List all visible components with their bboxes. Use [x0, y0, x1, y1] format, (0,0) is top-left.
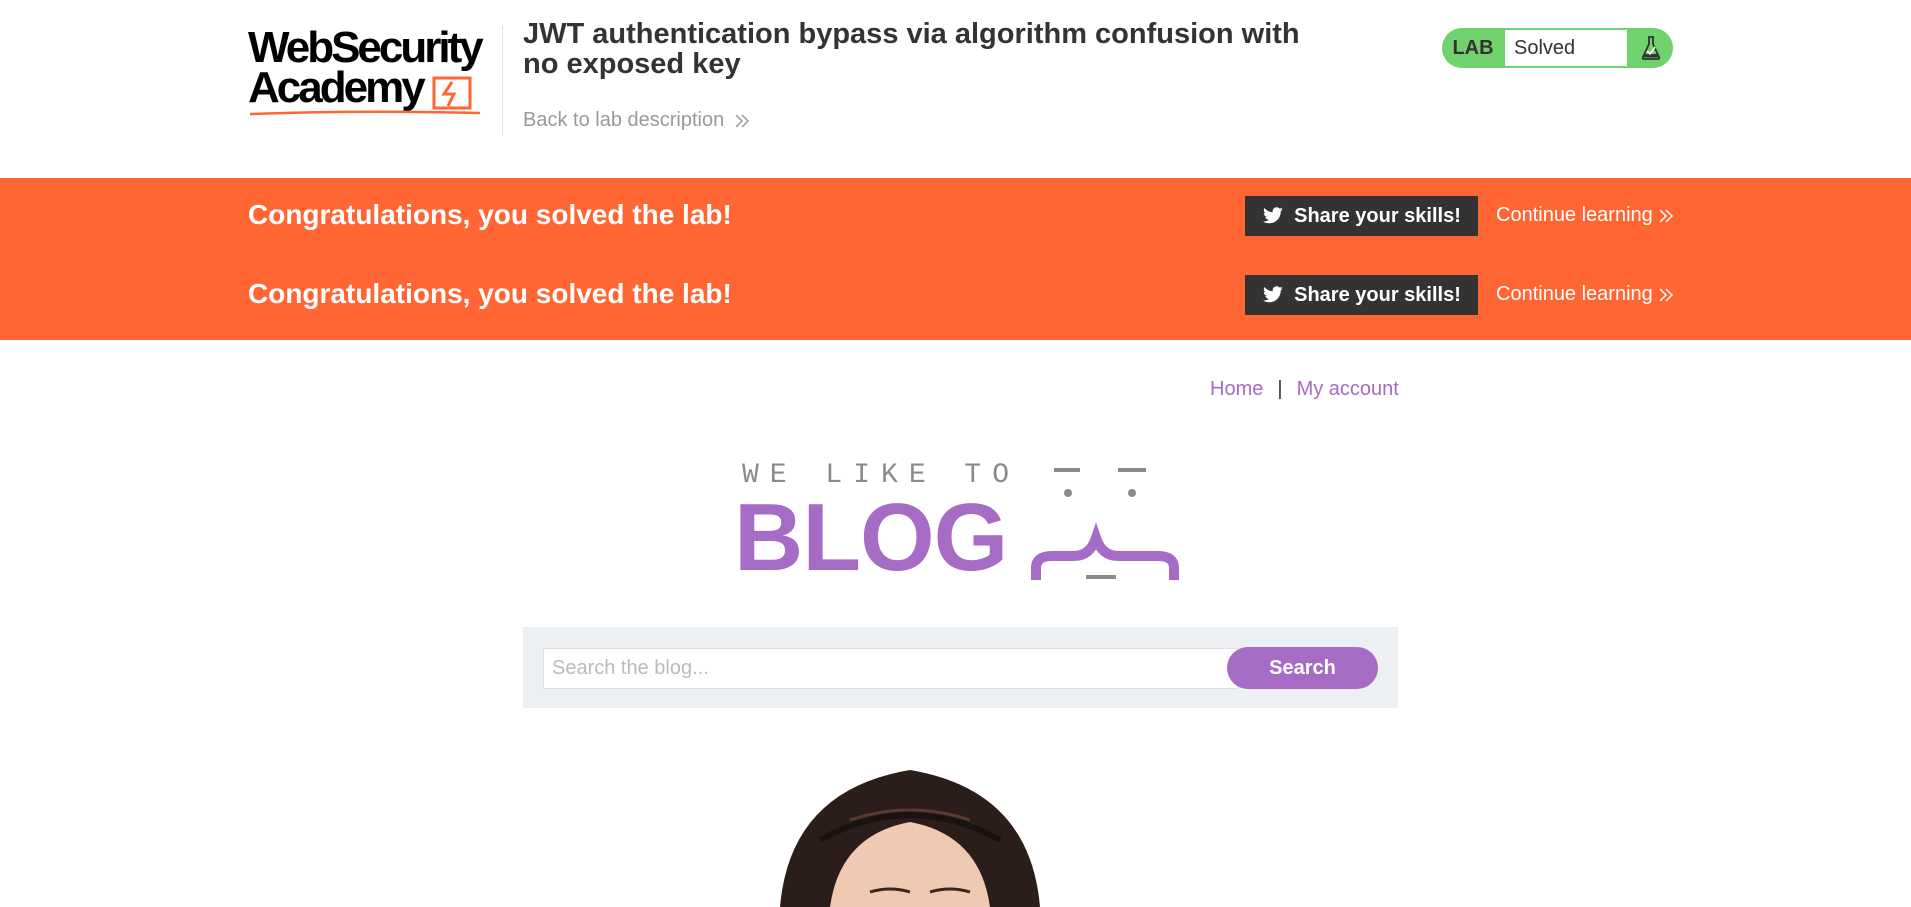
flask-icon: [1628, 28, 1673, 68]
header-divider: [502, 26, 503, 136]
lab-status-value: Solved: [1504, 29, 1628, 67]
my-account-link[interactable]: My account: [1297, 378, 1399, 401]
blog-face-icon: [1031, 468, 1179, 580]
share-skills-button[interactable]: Share your skills!: [1245, 196, 1478, 236]
congratulations-message: Congratulations, you solved the lab!: [248, 199, 732, 230]
continue-learning-link[interactable]: Continue learning: [1496, 204, 1673, 227]
blog-top-nav: Home | My account: [1210, 378, 1399, 401]
twitter-bird-icon: [1263, 207, 1284, 224]
blog-search-input[interactable]: [543, 648, 1238, 689]
academy-header: WebSecurity Academy JWT authentication b…: [0, 0, 1911, 178]
logo-line-2: Academy: [248, 63, 426, 112]
back-link-label: Back to lab description: [523, 109, 725, 131]
academy-lightning-icon: [432, 76, 472, 110]
share-skills-button[interactable]: Share your skills!: [1245, 275, 1478, 315]
nav-separator: |: [1277, 378, 1283, 400]
home-link[interactable]: Home: [1210, 378, 1263, 401]
twitter-bird-icon: [1263, 286, 1284, 303]
chevron-double-right-icon: [735, 113, 750, 128]
lab-status-label: LAB: [1452, 36, 1494, 59]
search-button[interactable]: Search: [1227, 647, 1378, 689]
lab-status-widget: LAB Solved: [1442, 28, 1673, 68]
blog-search-panel: Search: [523, 627, 1398, 708]
chevron-double-right-icon: [1659, 287, 1673, 302]
chevron-double-right-icon: [1659, 208, 1673, 223]
banner-row: Congratulations, you solved the lab! Sha…: [0, 178, 1911, 258]
blog-logo-word: BLOG: [734, 484, 1008, 591]
web-security-academy-logo[interactable]: WebSecurity Academy: [248, 22, 500, 122]
lab-solved-banner: Congratulations, you solved the lab! Sha…: [0, 178, 1911, 340]
blog-post-photo: [780, 770, 1040, 907]
back-to-lab-description-link[interactable]: Back to lab description: [523, 109, 750, 132]
continue-learning-label: Continue learning: [1496, 283, 1653, 305]
blog-logo: WE LIKE TO BLOG: [734, 460, 1184, 591]
continue-learning-link[interactable]: Continue learning: [1496, 283, 1673, 306]
share-skills-label: Share your skills!: [1294, 283, 1461, 306]
share-skills-label: Share your skills!: [1294, 204, 1461, 227]
lab-title: JWT authentication bypass via algorithm …: [523, 18, 1300, 80]
blog-post-image[interactable]: [760, 760, 1060, 907]
continue-learning-label: Continue learning: [1496, 204, 1653, 226]
banner-row: Congratulations, you solved the lab! Sha…: [0, 257, 1911, 337]
logo-underline: [250, 110, 480, 116]
congratulations-message: Congratulations, you solved the lab!: [248, 278, 732, 309]
